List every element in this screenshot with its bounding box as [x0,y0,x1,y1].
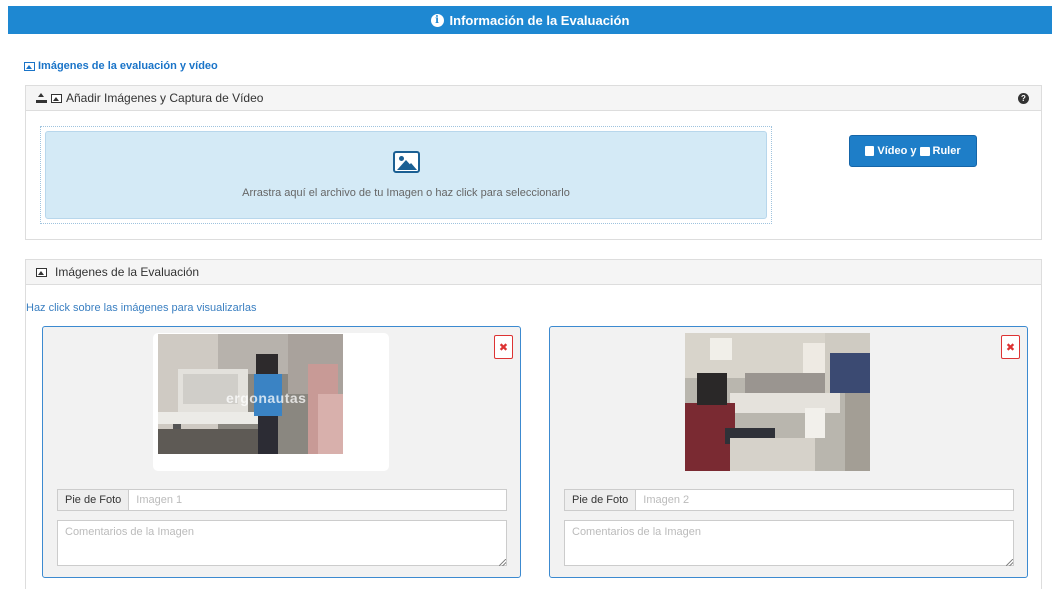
evaluation-photo[interactable] [685,333,870,471]
photo-watermark: ergonautas [226,390,307,406]
video-ruler-button[interactable]: Vídeo y Ruler [849,135,977,167]
caption-field: Pie de Foto [57,489,507,511]
upload-icon [36,93,47,103]
image-card: ✖ Pie de Foto [549,326,1028,578]
evaluation-images-panel: Imágenes de la Evaluación Haz click sobr… [25,259,1042,589]
delete-image-button[interactable]: ✖ [494,335,513,359]
images-hint: Haz click sobre las imágenes para visual… [26,302,257,314]
images-video-link[interactable]: Imágenes de la evaluación y vídeo [24,60,218,72]
dropzone-wrapper: Arrastra aquí el archivo de tu Imagen o … [40,126,772,224]
section-header-title: Información de la Evaluación [449,12,630,28]
image-dropzone[interactable]: Arrastra aquí el archivo de tu Imagen o … [45,131,767,219]
ruler-button-label: Ruler [932,145,961,157]
resize-grip-icon[interactable] [499,559,506,566]
evaluation-photo[interactable]: ergonautas [158,334,343,454]
upload-panel-title: Añadir Imágenes y Captura de Vídeo [66,91,264,105]
close-icon: ✖ [498,341,509,354]
picture-icon [392,151,420,173]
images-panel-title: Imágenes de la Evaluación [55,265,200,279]
image-icon [24,61,35,71]
images-video-link-label: Imágenes de la evaluación y vídeo [38,60,218,72]
delete-image-button[interactable]: ✖ [1001,335,1020,359]
image-comments-textarea[interactable] [564,520,1014,566]
video-button-label: Vídeo y [877,145,917,157]
upload-panel-header: Añadir Imágenes y Captura de Vídeo [26,86,1041,111]
caption-label: Pie de Foto [565,490,637,510]
image-card: ergonautas ✖ Pie de Foto [42,326,521,578]
images-panel-header: Imágenes de la Evaluación [26,260,1041,285]
caption-label: Pie de Foto [58,490,130,510]
file-icon [865,146,875,156]
info-icon: i [430,13,444,27]
question-circle-icon[interactable]: ? [1018,93,1029,104]
caption-input[interactable] [636,490,1013,510]
resize-grip-icon[interactable] [1006,559,1013,566]
close-icon: ✖ [1005,341,1016,354]
image-comments-textarea[interactable] [57,520,507,566]
dropzone-text: Arrastra aquí el archivo de tu Imagen o … [242,187,570,199]
ruler-icon [919,146,930,156]
caption-field: Pie de Foto [564,489,1014,511]
section-header-bar: i Información de la Evaluación [8,6,1052,34]
image-icon [36,267,47,277]
upload-panel: Añadir Imágenes y Captura de Vídeo ? Arr… [25,85,1042,240]
caption-input[interactable] [129,490,506,510]
image-icon [51,93,62,103]
